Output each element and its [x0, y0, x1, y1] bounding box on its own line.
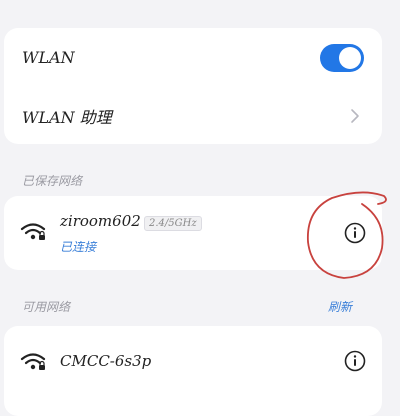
wlan-toggle[interactable] — [320, 44, 364, 72]
band-badge: 2.4/5GHz — [144, 216, 202, 231]
wlan-assistant-row[interactable]: WLAN 助理 — [4, 86, 382, 144]
available-network-name: CMCC-6s3p — [60, 352, 152, 370]
wifi-lock-icon — [20, 223, 46, 240]
available-networks-card: CMCC-6s3p — [4, 326, 382, 416]
saved-network-name: ziroom602 — [60, 212, 141, 230]
available-networks-heading: 可用网络 — [22, 300, 71, 314]
available-network-row[interactable]: CMCC-6s3p — [4, 326, 382, 396]
chevron-right-icon — [351, 109, 359, 123]
wlan-row[interactable]: WLAN — [4, 28, 382, 86]
wifi-lock-icon — [20, 353, 46, 370]
annotation-circle — [307, 191, 387, 279]
info-icon[interactable] — [344, 350, 366, 372]
refresh-button[interactable]: 刷新 — [328, 298, 352, 315]
wlan-assistant-label: WLAN 助理 — [22, 108, 112, 127]
wlan-settings-card: WLAN WLAN 助理 — [4, 28, 382, 144]
saved-networks-heading: 已保存网络 — [22, 174, 83, 188]
wlan-label: WLAN — [22, 48, 75, 67]
connection-status: 已连接 — [60, 240, 97, 254]
